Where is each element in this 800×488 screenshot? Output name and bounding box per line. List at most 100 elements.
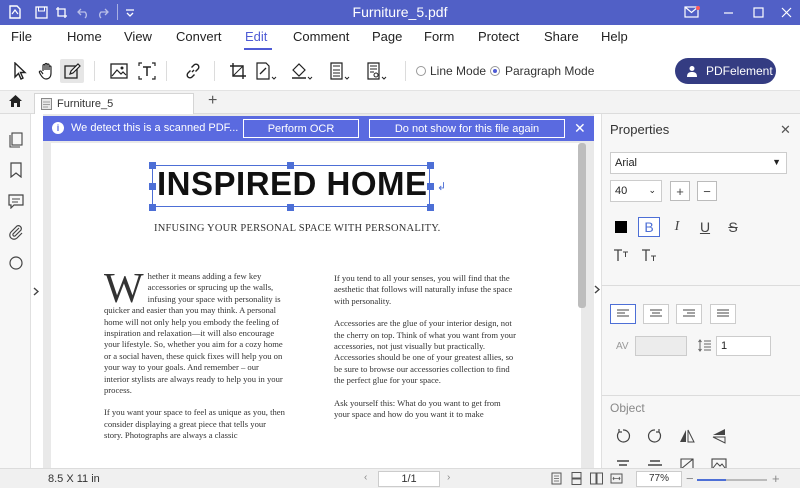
document-heading[interactable]: INSPIRED HOME [157,165,428,203]
increase-font-button[interactable]: + [670,181,690,201]
page-number-input[interactable]: 1/1 [378,471,440,487]
underline-button[interactable]: U [694,217,716,237]
resize-handle[interactable] [287,204,294,211]
menu-edit[interactable]: Edit [245,29,267,44]
maximize-icon[interactable] [749,3,767,21]
paragraph-mode-label[interactable]: Paragraph Mode [505,64,594,78]
paragraph[interactable]: If you tend to all your senses, you will… [334,273,516,307]
text-color-button[interactable] [610,217,632,237]
font-family-value: Arial [615,157,638,169]
resize-handle[interactable] [427,162,434,169]
menu-protect[interactable]: Protect [478,29,519,44]
zoom-slider[interactable] [697,479,767,481]
flip-vertical-icon[interactable] [708,426,730,446]
tab-furniture-5[interactable]: Furniture_5 [34,93,194,114]
resize-handle[interactable] [427,204,434,211]
subscript-icon[interactable] [638,245,660,265]
mail-icon[interactable] [683,3,701,21]
collapse-right-panel-icon[interactable] [594,285,600,294]
menu-view[interactable]: View [124,29,152,44]
align-left-button[interactable] [610,304,636,324]
line-mode-label[interactable]: Line Mode [430,64,486,78]
resize-handle[interactable] [149,162,156,169]
menu-share[interactable]: Share [544,29,579,44]
resize-handle[interactable] [427,183,434,190]
rotate-left-icon[interactable] [612,426,634,446]
flip-horizontal-icon[interactable] [676,426,698,446]
paragraph[interactable]: Ask yourself this: What do you want to g… [334,398,516,421]
close-icon[interactable] [777,3,795,21]
do-not-show-button[interactable]: Do not show for this file again [369,119,565,138]
superscript-icon[interactable] [610,245,632,265]
font-size-select[interactable]: 40 ⌄ [610,180,662,202]
line-spacing-input[interactable]: 1 [716,336,771,356]
paragraph-mode-radio[interactable] [490,66,500,76]
resize-handle[interactable] [149,183,156,190]
comment-icon[interactable] [8,193,24,209]
menu-form[interactable]: Form [424,29,454,44]
paragraph[interactable]: Whether it means adding a few key access… [104,266,286,396]
vertical-scrollbar[interactable] [578,143,586,308]
bold-button[interactable]: B [638,217,660,237]
previous-page-icon[interactable]: ‹ [364,472,367,483]
menu-file[interactable]: File [11,29,32,44]
ocr-close-icon[interactable]: ✕ [574,120,586,137]
minimize-icon[interactable] [719,3,737,21]
menu-comment[interactable]: Comment [293,29,349,44]
next-page-icon[interactable]: › [447,472,450,483]
paragraph[interactable]: If you want your space to feel as unique… [104,407,286,441]
line-spacing-value: 1 [721,340,728,352]
line-mode-radio[interactable] [416,66,426,76]
menu-convert[interactable]: Convert [176,29,222,44]
properties-close-icon[interactable]: ✕ [780,122,791,138]
add-tab-button[interactable]: + [208,92,217,110]
align-center-button[interactable] [643,304,669,324]
document-subtitle[interactable]: INFUSING YOUR PERSONAL SPACE WITH PERSON… [154,223,441,234]
add-image-icon[interactable] [107,59,131,83]
menu-help[interactable]: Help [601,29,628,44]
background-icon[interactable] [290,59,314,83]
pdf-page[interactable]: INSPIRED HOME ↲ INFUSING YOUR PERSONAL S… [51,143,581,468]
search-icon[interactable] [8,255,24,271]
edit-text-tool-icon[interactable] [60,59,84,83]
resize-handle[interactable] [149,204,156,211]
perform-ocr-button[interactable]: Perform OCR [243,119,359,138]
zoom-in-icon[interactable]: + [772,471,780,486]
paragraph[interactable]: Accessories are the glue of your interio… [334,318,516,386]
text-column-right[interactable]: If you tend to all your senses, you will… [334,273,516,431]
menu-page[interactable]: Page [372,29,402,44]
font-family-select[interactable]: Arial ▼ [610,152,787,174]
drop-cap: W [104,266,144,312]
hand-tool-icon[interactable] [35,59,59,83]
bates-numbering-icon[interactable] [365,59,389,83]
link-icon[interactable] [181,59,205,83]
two-page-view-icon[interactable] [590,472,603,485]
home-icon[interactable] [8,94,23,108]
attachment-icon[interactable] [8,224,24,240]
toolbar-separator [94,61,95,81]
strikethrough-button[interactable]: S [722,217,744,237]
char-spacing-label: AV [616,341,629,352]
align-right-button[interactable] [676,304,702,324]
pdfelement-button[interactable]: PDFelement [675,58,776,84]
select-tool-icon[interactable] [8,59,32,83]
menu-home[interactable]: Home [67,29,102,44]
thumbnails-icon[interactable] [8,132,24,148]
header-footer-icon[interactable] [328,59,352,83]
continuous-view-icon[interactable] [570,472,583,485]
zoom-select[interactable]: 77% [636,471,682,487]
crop-tool-icon[interactable] [226,59,250,83]
add-text-icon[interactable] [135,59,159,83]
text-column-left[interactable]: Whether it means adding a few key access… [104,266,286,453]
bookmark-icon[interactable] [8,162,24,178]
pdfelement-label: PDFelement [706,64,773,78]
rotate-right-icon[interactable] [644,426,666,446]
align-justify-button[interactable] [710,304,736,324]
watermark-icon[interactable] [254,59,278,83]
expand-left-panel-icon[interactable] [33,287,39,296]
decrease-font-button[interactable]: − [697,181,717,201]
italic-button[interactable]: I [666,217,688,237]
fit-width-icon[interactable] [610,472,623,485]
zoom-out-icon[interactable]: − [686,471,694,486]
single-page-view-icon[interactable] [550,472,563,485]
